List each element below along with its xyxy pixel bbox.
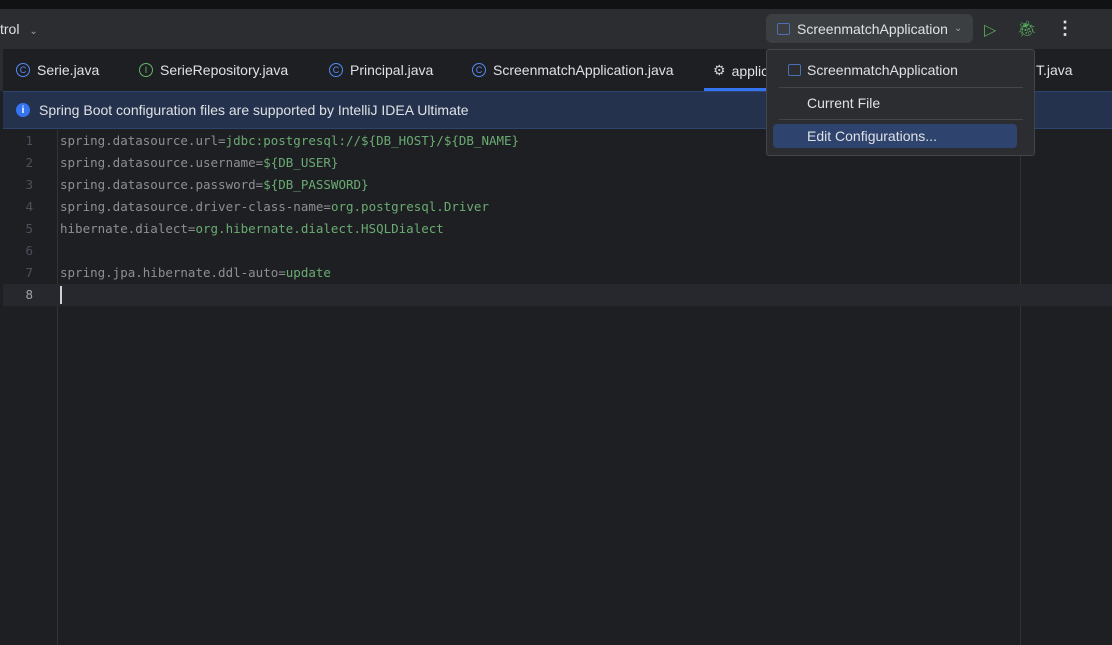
- tab-label: ScreenmatchApplication.java: [493, 62, 674, 78]
- run-icon[interactable]: ▷: [984, 20, 996, 40]
- run-config-dropdown: ScreenmatchApplication Current File Edit…: [766, 49, 1035, 156]
- property-value: ${DB_USER}: [263, 155, 339, 170]
- class-icon: C: [329, 63, 343, 77]
- text-caret: [60, 286, 62, 304]
- menu-item-screenmatch-application[interactable]: ScreenmatchApplication: [773, 58, 1017, 82]
- class-icon: C: [16, 63, 30, 77]
- tab-serie-repository[interactable]: I SerieRepository.java: [139, 62, 288, 78]
- property-value: jdbc:postgresql://${DB_HOST}/${DB_NAME}: [225, 133, 520, 148]
- code-line[interactable]: 8: [3, 284, 1112, 306]
- line-content: hibernate.dialect=org.hibernate.dialect.…: [60, 218, 444, 240]
- menu-item-current-file[interactable]: Current File: [773, 91, 1017, 115]
- class-icon: C: [472, 63, 486, 77]
- line-content: spring.datasource.driver-class-name=org.…: [60, 196, 489, 218]
- chevron-down-icon: ⌄: [953, 23, 963, 34]
- info-icon: i: [16, 103, 30, 117]
- code-line[interactable]: 6: [3, 240, 1112, 262]
- tab-label: SerieRepository.java: [160, 62, 289, 78]
- line-number: 6: [25, 243, 33, 258]
- main-toolbar: trol ⌄ ScreenmatchApplication ⌄ ▷ 🐞︎ ⋮: [0, 9, 1112, 49]
- property-value: ${DB_PASSWORD}: [263, 177, 369, 192]
- run-config-label: ScreenmatchApplication: [797, 20, 948, 37]
- menu-item-label: Edit Configurations...: [807, 128, 937, 144]
- property-value: org.hibernate.dialect.HSQLDialect: [195, 221, 444, 236]
- application-icon: [788, 64, 801, 76]
- tab-label: Serie.java: [37, 62, 100, 78]
- title-strip: [0, 0, 1112, 9]
- vcs-widget[interactable]: trol ⌄: [0, 21, 38, 37]
- property-key: spring.datasource.username=: [60, 155, 264, 170]
- tab-application-properties[interactable]: ⚙ applic: [713, 62, 768, 79]
- application-icon: [777, 22, 790, 35]
- code-line[interactable]: 3 spring.datasource.password=${DB_PASSWOR…: [3, 174, 1112, 196]
- line-content: spring.datasource.password=${DB_PASSWORD…: [60, 174, 369, 196]
- menu-item-edit-configurations[interactable]: Edit Configurations...: [773, 124, 1017, 148]
- property-key: spring.datasource.password=: [60, 177, 264, 192]
- code-editor[interactable]: 1 spring.datasource.url=jdbc:postgresql:/…: [3, 130, 1112, 645]
- menu-item-label: Current File: [807, 95, 881, 111]
- code-line[interactable]: 7 spring.jpa.hibernate.ddl-auto=update: [3, 262, 1112, 284]
- code-line[interactable]: 5 hibernate.dialect=org.hibernate.dialect…: [3, 218, 1112, 240]
- property-key: hibernate.dialect=: [60, 221, 196, 236]
- line-number: 7: [25, 265, 33, 280]
- tab-principal[interactable]: C Principal.java: [329, 62, 433, 78]
- property-key: spring.datasource.driver-class-name=: [60, 199, 331, 214]
- line-content: spring.datasource.username=${DB_USER}: [60, 152, 338, 174]
- more-options-icon[interactable]: ⋮: [1056, 18, 1074, 39]
- vcs-label: trol: [0, 21, 20, 37]
- run-config-selector[interactable]: ScreenmatchApplication ⌄: [766, 14, 973, 43]
- banner-text: Spring Boot configuration files are supp…: [39, 102, 469, 118]
- menu-separator: [779, 119, 1023, 120]
- chevron-down-icon: ⌄: [29, 26, 38, 37]
- property-value: org.postgresql.Driver: [330, 199, 489, 214]
- code-line[interactable]: 4 spring.datasource.driver-class-name=org…: [3, 196, 1112, 218]
- tab-serie[interactable]: C Serie.java: [16, 62, 99, 78]
- tab-test[interactable]: T.java: [1036, 62, 1073, 78]
- line-content: spring.jpa.hibernate.ddl-auto=update: [60, 262, 331, 284]
- property-value: update: [285, 265, 331, 280]
- menu-separator: [779, 87, 1023, 88]
- line-content: spring.datasource.url=jdbc:postgresql://…: [60, 130, 519, 152]
- tab-label: Principal.java: [350, 62, 434, 78]
- line-number: 3: [25, 177, 33, 192]
- line-number: 4: [25, 199, 33, 214]
- interface-icon: I: [139, 63, 153, 77]
- gear-icon: ⚙: [713, 62, 726, 78]
- tab-screenmatch-application[interactable]: C ScreenmatchApplication.java: [472, 62, 674, 78]
- debug-bug-icon[interactable]: 🐞︎: [1017, 19, 1037, 39]
- property-key: spring.jpa.hibernate.ddl-auto=: [60, 265, 286, 280]
- menu-item-label: ScreenmatchApplication: [807, 62, 958, 78]
- line-number: 1: [25, 133, 33, 148]
- line-number: 5: [25, 221, 33, 236]
- property-key: spring.datasource.url=: [60, 133, 226, 148]
- line-number: 8: [25, 287, 33, 302]
- tab-label: applic: [731, 62, 769, 79]
- tab-label: T.java: [1036, 62, 1073, 78]
- line-number: 2: [25, 155, 33, 170]
